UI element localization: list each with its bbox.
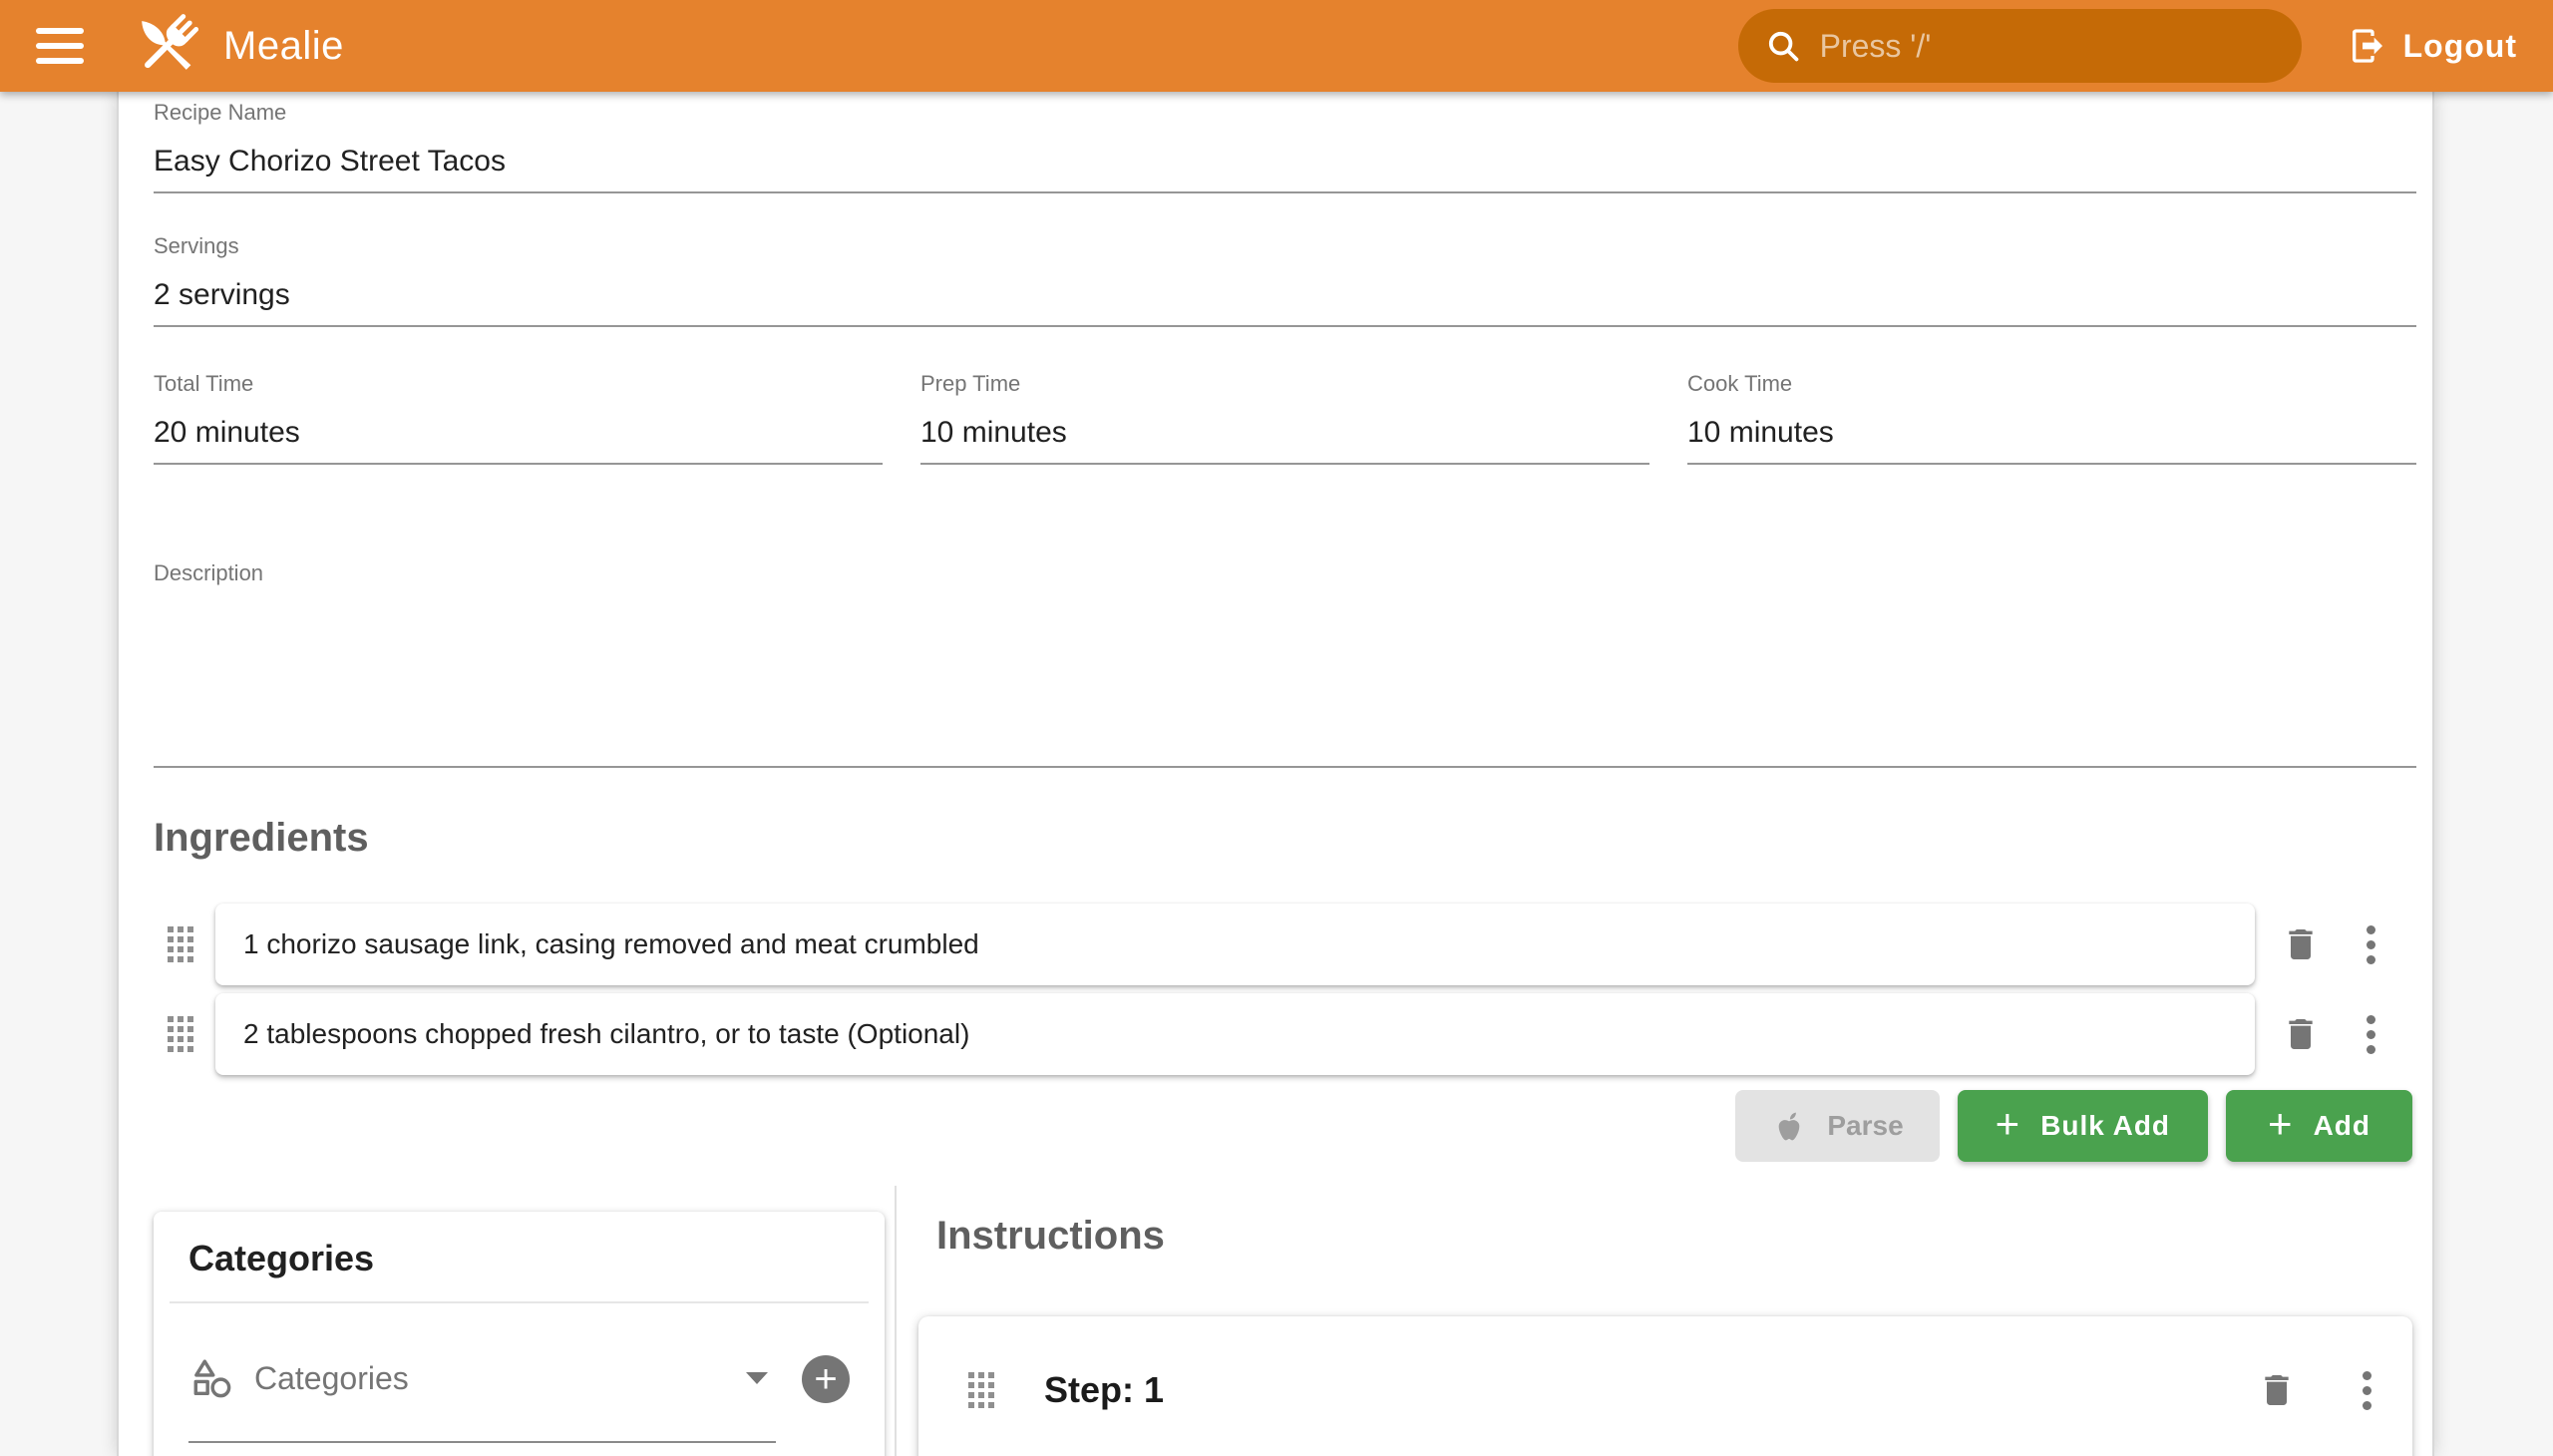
categories-select[interactable]: Categories [188, 1355, 776, 1443]
kebab-icon [2367, 940, 2375, 949]
ingredient-input[interactable] [241, 1017, 2229, 1051]
app-header: Mealie Logout [0, 0, 2553, 92]
categories-divider [170, 1301, 869, 1303]
servings-input[interactable] [154, 277, 2416, 313]
description-field[interactable]: Description [154, 560, 2416, 768]
description-label: Description [154, 560, 2416, 586]
drag-handle-icon[interactable] [968, 1372, 994, 1408]
kebab-icon [2367, 1030, 2375, 1039]
trash-icon [2281, 924, 2321, 964]
prep-time-label: Prep Time [920, 371, 1649, 397]
add-ingredient-button[interactable]: + Add [2226, 1090, 2412, 1162]
categories-select-row: Categories + [188, 1355, 850, 1443]
description-textarea[interactable] [154, 586, 2416, 754]
total-time-field: Total Time [154, 371, 883, 465]
drag-handle-icon[interactable] [168, 1016, 193, 1052]
ingredients-actions-row: Parse + Bulk Add + Add [154, 1090, 2416, 1162]
step-header: Step: 1 [954, 1360, 2376, 1420]
ingredient-menu-button[interactable] [2361, 914, 2380, 974]
ingredients-heading: Ingredients [154, 816, 2416, 861]
recipe-name-field: Recipe Name [154, 92, 2416, 193]
search-icon [1764, 27, 1802, 65]
servings-field: Servings [154, 233, 2416, 327]
bottom-section: Categories Categories + [154, 1186, 2416, 1456]
parse-button[interactable]: Parse [1735, 1090, 1939, 1162]
ingredient-row [154, 903, 2416, 986]
drag-handle-icon[interactable] [168, 926, 193, 962]
instructions-column: Instructions Step: 1 Com [897, 1186, 2416, 1456]
time-fields-row: Total Time Prep Time Cook Time [154, 371, 2416, 465]
ingredient-card[interactable] [215, 993, 2255, 1075]
ingredients-list [154, 903, 2416, 1076]
delete-step-button[interactable] [2255, 1370, 2299, 1410]
cook-time-label: Cook Time [1687, 371, 2416, 397]
logout-icon [2348, 26, 2387, 66]
total-time-label: Total Time [154, 371, 883, 397]
trash-icon [2257, 1370, 2297, 1410]
step-menu-button[interactable] [2357, 1360, 2376, 1420]
ingredient-card[interactable] [215, 904, 2255, 985]
categories-card: Categories Categories + [154, 1212, 885, 1456]
recipe-name-input[interactable] [154, 144, 2416, 180]
delete-ingredient-button[interactable] [2279, 1014, 2323, 1054]
total-time-input[interactable] [154, 415, 883, 451]
prep-time-input[interactable] [920, 415, 1649, 451]
instructions-heading: Instructions [936, 1214, 2416, 1259]
organizer-column: Categories Categories + [154, 1186, 895, 1456]
categories-heading: Categories [188, 1238, 885, 1279]
mealie-logo-icon [128, 7, 205, 85]
cook-time-input[interactable] [1687, 415, 2416, 451]
bulk-add-button[interactable]: + Bulk Add [1958, 1090, 2208, 1162]
add-category-button[interactable]: + [802, 1355, 850, 1403]
plus-icon: + [1996, 1103, 2021, 1145]
plus-icon: + [2268, 1103, 2294, 1145]
shapes-icon [188, 1355, 234, 1401]
servings-label: Servings [154, 233, 2416, 259]
logout-button[interactable]: Logout [2348, 26, 2517, 66]
kebab-icon [2363, 1386, 2371, 1395]
prep-time-field: Prep Time [920, 371, 1649, 465]
ingredient-menu-button[interactable] [2361, 1004, 2380, 1064]
ingredient-row [154, 992, 2416, 1076]
ingredient-input[interactable] [241, 927, 2229, 961]
app-title: Mealie [223, 24, 344, 69]
recipe-editor-card: Recipe Name Servings Total Time Prep Tim… [117, 92, 2434, 1456]
trash-icon [2281, 1014, 2321, 1054]
cook-time-field: Cook Time [1687, 371, 2416, 465]
bulk-add-label: Bulk Add [2040, 1110, 2170, 1142]
recipe-name-label: Recipe Name [154, 100, 2416, 126]
step-title: Step: 1 [1044, 1369, 2255, 1411]
apple-icon [1771, 1108, 1807, 1144]
search-input[interactable] [1818, 27, 2276, 66]
delete-ingredient-button[interactable] [2279, 924, 2323, 964]
search-bar[interactable] [1738, 9, 2302, 83]
chevron-down-icon [746, 1372, 768, 1384]
parse-label: Parse [1827, 1110, 1903, 1142]
add-label: Add [2314, 1110, 2371, 1142]
categories-select-label: Categories [254, 1360, 746, 1397]
logout-label: Logout [2403, 28, 2517, 65]
instruction-step-card: Step: 1 Combine crumbled chorizo and chi… [918, 1316, 2412, 1456]
menu-button[interactable] [36, 28, 84, 64]
